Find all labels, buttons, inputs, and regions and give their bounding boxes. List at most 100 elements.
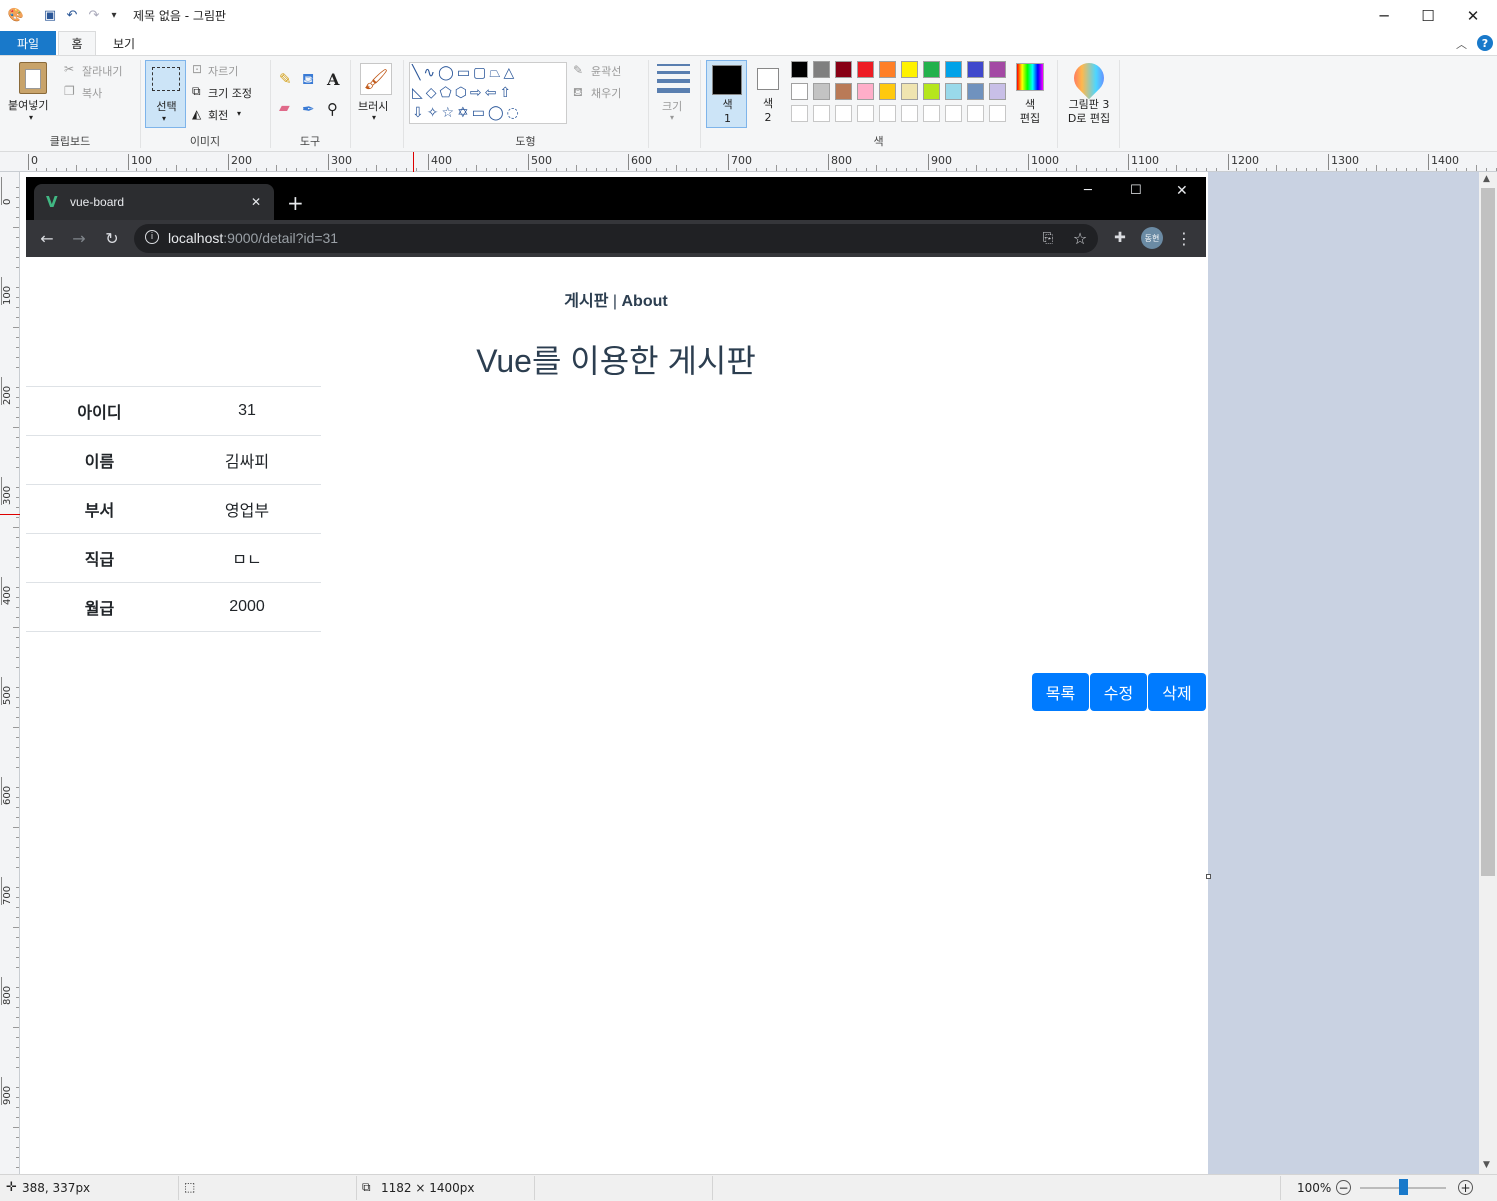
color2-button[interactable]: 색 2 [748, 60, 788, 128]
vertical-ruler: 0 100 200 300 400 500 600 700 800 900 [0, 172, 20, 1174]
new-tab-icon[interactable]: + [287, 191, 304, 215]
text-icon[interactable]: A [327, 70, 339, 89]
bookmark-star-icon[interactable]: ☆ [1068, 226, 1092, 250]
close-button[interactable]: ✕ [1450, 0, 1496, 31]
tab-file[interactable]: 파일 [0, 31, 56, 55]
palette-swatch[interactable] [989, 105, 1006, 122]
cut-button[interactable]: 잘라내기 [82, 63, 122, 79]
palette-swatch[interactable] [813, 83, 830, 100]
fill-icon[interactable]: ⛾ [302, 70, 314, 90]
brushes-button[interactable]: 브러시 [358, 98, 388, 114]
brush-icon[interactable]: 🖌 [360, 63, 392, 95]
magnifier-icon[interactable]: ⚲ [327, 100, 338, 118]
palette-swatch[interactable] [901, 105, 918, 122]
palette-swatch[interactable] [835, 83, 852, 100]
edit-colors-button[interactable]: 색 편집 [1014, 98, 1046, 126]
palette-swatch[interactable] [791, 61, 808, 78]
brushes-dropdown-icon[interactable]: ▾ [372, 113, 376, 122]
maximize-button[interactable]: ☐ [1405, 0, 1451, 31]
paste-dropdown-icon[interactable]: ▾ [29, 113, 33, 122]
palette-swatch[interactable] [945, 61, 962, 78]
edit-button[interactable]: 수정 [1090, 673, 1147, 711]
redo-icon[interactable]: ↷ [86, 7, 102, 23]
edit-colors-icon[interactable] [1016, 63, 1044, 91]
nav-about-link[interactable]: About [622, 293, 668, 310]
palette-swatch[interactable] [989, 83, 1006, 100]
rotate-button[interactable]: 회전 [208, 107, 228, 123]
palette-swatch[interactable] [923, 83, 940, 100]
minimize-button[interactable]: ─ [1361, 0, 1407, 31]
help-icon[interactable]: ? [1477, 35, 1493, 51]
palette-swatch[interactable] [857, 105, 874, 122]
palette-swatch[interactable] [945, 83, 962, 100]
scrollbar-thumb[interactable] [1481, 188, 1495, 876]
size-icon[interactable] [657, 64, 690, 93]
palette-swatch[interactable] [813, 105, 830, 122]
palette-swatch[interactable] [857, 83, 874, 100]
select-button[interactable]: 선택 ▾ [145, 60, 186, 128]
palette-swatch[interactable] [813, 61, 830, 78]
zoom-slider-thumb[interactable] [1399, 1179, 1408, 1195]
tab-home[interactable]: 홈 [58, 31, 96, 55]
browser-minimize-icon[interactable]: ─ [1084, 183, 1092, 198]
browser-close-icon[interactable]: ✕ [1176, 183, 1188, 199]
palette-swatch[interactable] [923, 105, 940, 122]
palette-swatch[interactable] [879, 83, 896, 100]
outline-button[interactable]: 윤곽선 [591, 63, 621, 79]
nav-board-link[interactable]: 게시판 [564, 293, 608, 310]
color1-button[interactable]: 색 1 [706, 60, 747, 128]
palette-swatch[interactable] [967, 83, 984, 100]
forward-icon[interactable]: → [67, 226, 91, 250]
crop-button[interactable]: 자르기 [208, 63, 238, 79]
close-tab-icon[interactable]: ✕ [251, 195, 261, 209]
palette-swatch[interactable] [835, 61, 852, 78]
zoom-out-icon[interactable]: − [1336, 1180, 1351, 1195]
canvas-resize-handle[interactable] [1206, 874, 1211, 879]
undo-icon[interactable]: ↶ [64, 7, 80, 23]
collapse-ribbon-icon[interactable]: ︿ [1456, 36, 1467, 52]
edit-with-paint3d-button[interactable]: 그림판 3 D로 편집 [1063, 98, 1115, 126]
palette-swatch[interactable] [835, 105, 852, 122]
reload-icon[interactable]: ↻ [100, 226, 124, 250]
palette-swatch[interactable] [901, 83, 918, 100]
browser-menu-icon[interactable]: ⋮ [1172, 226, 1196, 250]
rotate-dropdown-icon[interactable]: ▾ [237, 109, 241, 118]
size-dropdown-icon[interactable]: ▾ [670, 113, 674, 122]
palette-swatch[interactable] [857, 61, 874, 78]
palette-swatch[interactable] [945, 105, 962, 122]
resize-button[interactable]: 크기 조정 [208, 85, 252, 101]
palette-swatch[interactable] [989, 61, 1006, 78]
translate-icon[interactable]: ⎘ [1036, 226, 1060, 250]
eraser-icon[interactable]: ▰ [279, 100, 290, 116]
palette-swatch[interactable] [791, 105, 808, 122]
extensions-icon[interactable]: ✚ [1108, 226, 1132, 250]
pencil-icon[interactable]: ✎ [279, 70, 292, 88]
palette-swatch[interactable] [791, 83, 808, 100]
site-info-icon[interactable]: i [145, 230, 159, 244]
palette-swatch[interactable] [967, 105, 984, 122]
save-icon[interactable]: ▣ [42, 7, 58, 23]
list-button[interactable]: 목록 [1032, 673, 1089, 711]
color-picker-icon[interactable]: ✒ [302, 100, 315, 118]
shapes-gallery[interactable]: ╲∿◯▭▢⏢△ ◺◇⬠⬡⇨⇦⇧ ⇩✧☆✡▭◯◌ [409, 62, 567, 124]
tab-view[interactable]: 보기 [100, 31, 148, 55]
palette-swatch[interactable] [967, 61, 984, 78]
size-button[interactable]: 크기 [662, 98, 682, 114]
copy-button[interactable]: 복사 [82, 85, 102, 101]
palette-swatch[interactable] [879, 61, 896, 78]
profile-avatar[interactable]: 동현 [1141, 227, 1163, 249]
fill-button[interactable]: 채우기 [591, 85, 621, 101]
customize-quick-access-icon[interactable]: ▾ [106, 7, 122, 23]
zoom-in-icon[interactable]: + [1458, 1180, 1473, 1195]
palette-swatch[interactable] [923, 61, 940, 78]
palette-swatch[interactable] [901, 61, 918, 78]
paste-button[interactable]: 붙여넣기 [8, 97, 48, 113]
scroll-down-icon[interactable]: ▼ [1483, 1160, 1490, 1170]
delete-button[interactable]: 삭제 [1148, 673, 1206, 711]
paste-icon[interactable] [19, 62, 47, 94]
scroll-up-icon[interactable]: ▲ [1483, 174, 1490, 184]
ruler-minor-tick [13, 627, 19, 628]
palette-swatch[interactable] [879, 105, 896, 122]
browser-maximize-icon[interactable]: ☐ [1130, 183, 1142, 198]
back-icon[interactable]: ← [35, 226, 59, 250]
